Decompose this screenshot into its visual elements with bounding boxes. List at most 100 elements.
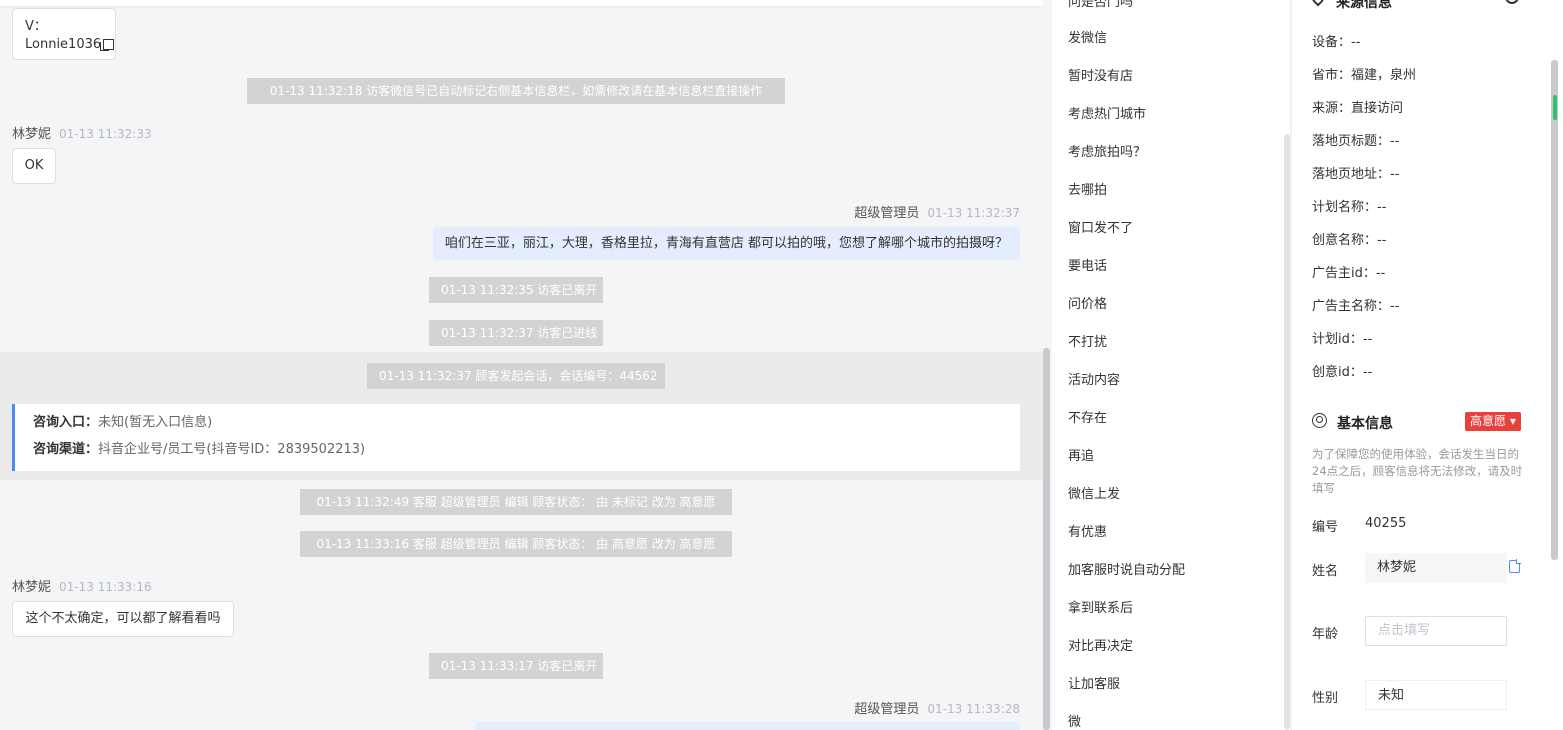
chat-scrollbar[interactable] — [1043, 348, 1050, 730]
source-field-device: 设备：-- — [1312, 31, 1360, 50]
visitor-sender: 林梦妮 01-13 11:32:33 — [12, 123, 152, 142]
field-value: 直接访问 — [1351, 101, 1404, 116]
visitor-message: 这个不太确定，可以都了解看看吗 — [12, 601, 234, 637]
quick-reply-list: 问是否门吗 发微信 暂时没有店 考虑热门城市 考虑旅拍吗？ 去哪拍 窗口发不了 … — [1052, 0, 1290, 730]
age-input[interactable] — [1365, 616, 1507, 646]
field-label: 来源： — [1312, 101, 1352, 116]
field-value: -- — [1351, 35, 1361, 50]
agent-message: 咱们在三亚，丽江，大理，香格里拉，青海有直营店 都可以拍的哦，您想了解哪个城市的… — [433, 227, 1020, 260]
number-label: 编号 — [1312, 520, 1339, 535]
agent-message — [475, 722, 1020, 730]
chat-top-edge — [0, 0, 1043, 6]
system-message: 01-13 11:32:35 访客已离开 — [429, 277, 603, 303]
message-time: 01-13 11:33:28 — [927, 702, 1020, 716]
sender-name: 超级管理员 — [854, 206, 920, 221]
field-value: -- — [1377, 200, 1387, 215]
quick-reply-item[interactable]: 问价格 — [1068, 286, 1107, 324]
field-value: 福建，泉州 — [1351, 68, 1417, 83]
user-icon — [1312, 413, 1327, 428]
quick-reply-item[interactable]: 微 — [1068, 704, 1081, 730]
copy-document-icon[interactable] — [1509, 559, 1521, 573]
field-label: 计划id： — [1312, 332, 1363, 347]
consult-channel-label: 咨询渠道： — [33, 442, 99, 457]
name-value: 林梦妮 — [1365, 553, 1507, 583]
message-time: 01-13 11:33:16 — [59, 580, 152, 594]
source-field-creative-name: 创意名称：-- — [1312, 229, 1386, 248]
source-field-landing-url: 落地页地址：-- — [1312, 163, 1399, 182]
field-label: 设备： — [1312, 35, 1352, 50]
quick-reply-item[interactable]: 问是否门吗 — [1068, 0, 1133, 22]
customer-info-panel: 来源信息 设备：-- 省市：福建，泉州 来源：直接访问 落地页标题：-- 落地页… — [1292, 0, 1545, 730]
consult-info-card: 咨询入口：未知(暂无入口信息) 咨询渠道：抖音企业号/员工号(抖音号ID：283… — [12, 404, 1020, 471]
wechat-id-value: Lonnie1036 — [25, 37, 102, 52]
quick-reply-item[interactable]: 让加客服 — [1068, 666, 1120, 704]
quick-reply-item[interactable]: 活动内容 — [1068, 362, 1120, 400]
system-message: 01-13 11:33:17 访客已离开 — [429, 653, 603, 679]
sender-name: 林梦妮 — [12, 580, 52, 595]
agent-sender: 超级管理员 01-13 11:33:28 — [854, 698, 1020, 717]
consult-entry-row: 咨询入口：未知(暂无入口信息) — [33, 413, 1002, 440]
chat-panel: V： Lonnie1036 01-13 11:32:18 访客微信号已自动标记右… — [0, 0, 1043, 730]
source-field-advertiser-id: 广告主id：-- — [1312, 262, 1385, 281]
edit-notice: 为了保障您的使用体验，会话发生当日的24点之后，顾客信息将无法修改，请及时填写 — [1312, 447, 1523, 495]
quick-reply-item[interactable]: 对比再决定 — [1068, 628, 1133, 666]
field-label: 广告主id： — [1312, 266, 1376, 281]
quick-reply-item[interactable]: 要电话 — [1068, 248, 1107, 286]
consult-channel-row: 咨询渠道：抖音企业号/员工号(抖音号ID：2839502213) — [33, 440, 1002, 467]
field-value: -- — [1390, 167, 1400, 182]
info-scroll-indicator — [1553, 95, 1557, 120]
field-value: -- — [1375, 266, 1386, 281]
field-label: 广告主名称： — [1312, 299, 1391, 314]
wechat-id-prefix: V： — [25, 19, 47, 34]
field-label: 创意id： — [1312, 365, 1363, 380]
source-field-region: 省市：福建，泉州 — [1312, 64, 1416, 83]
gender-label: 性别 — [1312, 691, 1339, 706]
field-label: 计划名称： — [1312, 200, 1378, 215]
message-time: 01-13 11:32:37 — [927, 206, 1020, 220]
system-message: 01-13 11:32:49 客服 超级管理员 编辑 顾客状态： 由 未标记 改… — [300, 489, 732, 515]
quick-reply-item[interactable]: 拿到联系后 — [1068, 590, 1133, 628]
quick-reply-item[interactable]: 有优惠 — [1068, 514, 1107, 552]
system-message: 01-13 11:32:37 访客已进线 — [429, 320, 603, 346]
sender-name: 超级管理员 — [854, 702, 920, 717]
field-label: 落地页地址： — [1312, 167, 1391, 182]
source-field-advertiser-name: 广告主名称：-- — [1312, 295, 1399, 314]
quick-reply-item[interactable]: 暂时没有店 — [1068, 58, 1133, 96]
sender-name: 林梦妮 — [12, 127, 52, 142]
basic-info-title: 基本信息 — [1337, 416, 1393, 432]
quick-reply-item[interactable]: 不打扰 — [1068, 324, 1107, 362]
quick-reply-item[interactable]: 发微信 — [1068, 20, 1107, 58]
info-scrollbar[interactable] — [1551, 60, 1558, 560]
system-message: 01-13 11:32:37 顾客发起会话，会话编号：44562 — [367, 363, 665, 389]
field-value: -- — [1362, 365, 1373, 380]
intent-status-dropdown[interactable]: 高意愿 ▾ — [1465, 412, 1521, 431]
wechat-id-card: V： Lonnie1036 — [12, 8, 116, 60]
field-label: 落地页标题： — [1312, 134, 1391, 149]
source-field-landing-title: 落地页标题：-- — [1312, 130, 1399, 149]
consult-channel-value: 抖音企业号/员工号(抖音号ID：2839502213) — [98, 442, 366, 457]
source-field-origin: 来源：直接访问 — [1312, 97, 1403, 116]
visitor-sender: 林梦妮 01-13 11:33:16 — [12, 576, 152, 595]
shield-icon[interactable] — [1505, 0, 1519, 4]
quick-reply-item[interactable]: 考虑热门城市 — [1068, 96, 1146, 134]
quick-reply-item[interactable]: 考虑旅拍吗？ — [1068, 134, 1146, 172]
source-info-title: 来源信息 — [1336, 0, 1392, 11]
age-label: 年龄 — [1312, 627, 1339, 642]
copy-icon[interactable] — [100, 39, 115, 51]
quick-reply-item[interactable]: 窗口发不了 — [1068, 210, 1133, 248]
field-label: 创意名称： — [1312, 233, 1378, 248]
source-field-plan-id: 计划id：-- — [1312, 328, 1372, 347]
quick-reply-item[interactable]: 去哪拍 — [1068, 172, 1107, 210]
field-value: -- — [1390, 134, 1400, 149]
quick-reply-item[interactable]: 加客服时说自动分配 — [1068, 552, 1185, 590]
quick-reply-item[interactable]: 再追 — [1068, 438, 1094, 476]
quick-reply-item[interactable]: 不存在 — [1068, 400, 1107, 438]
field-label: 省市： — [1312, 68, 1352, 83]
system-message: 01-13 11:32:18 访客微信号已自动标记右侧基本信息栏，如需修改请在基… — [247, 78, 785, 104]
system-message: 01-13 11:33:16 客服 超级管理员 编辑 顾客状态： 由 高意愿 改… — [300, 531, 732, 557]
visitor-message: OK — [12, 148, 56, 184]
source-field-plan-name: 计划名称：-- — [1312, 196, 1386, 215]
quick-reply-item[interactable]: 微信上发 — [1068, 476, 1120, 514]
field-value: -- — [1362, 332, 1373, 347]
gender-value[interactable]: 未知 — [1365, 680, 1507, 710]
